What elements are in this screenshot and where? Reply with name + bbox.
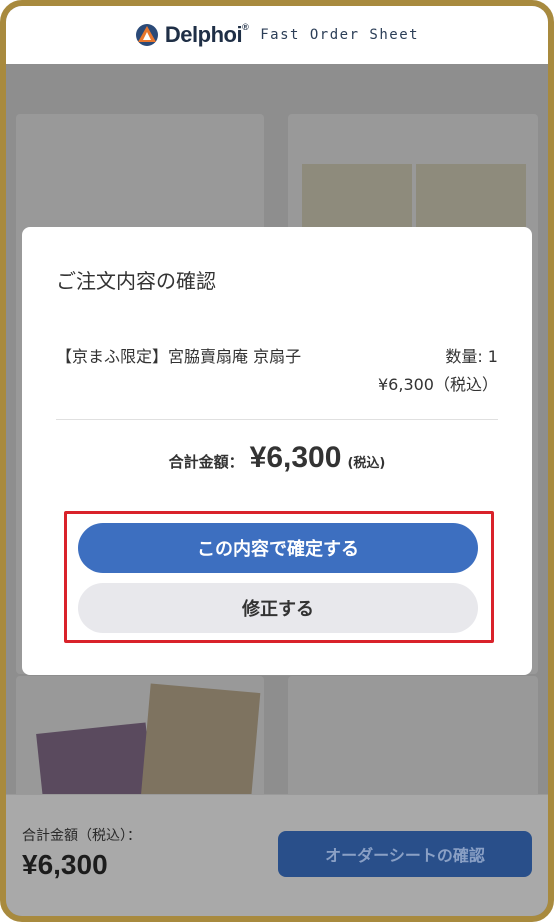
order-sheet-confirm-button[interactable]: オーダーシートの確認 <box>278 831 532 877</box>
header-subtitle: Fast Order Sheet <box>260 27 420 43</box>
order-confirm-dialog: ご注文内容の確認 【京まふ限定】宮脇賣扇庵 京扇子 数量: 1 ¥6,300（税… <box>22 227 532 675</box>
total-amount: ¥6,300 <box>22 849 108 880</box>
brand-name: Delphoi® <box>164 22 249 47</box>
app-header: Delphoi® Fast Order Sheet <box>6 6 548 64</box>
order-summary-bar: 合計金額（税込）： ¥6,300 オーダーシートの確認 <box>6 794 548 916</box>
total-label: 合計金額（税込）： <box>22 828 141 844</box>
confirm-order-button[interactable]: この内容で確定する <box>78 523 478 573</box>
dialog-total: 合計金額： ¥6,300 (税込) <box>22 441 532 475</box>
dialog-total-label: 合計金額： <box>168 453 244 471</box>
item-price: ¥6,300（税込） <box>378 375 498 394</box>
divider <box>56 419 498 420</box>
delphoi-logo-icon <box>135 24 158 46</box>
dialog-title: ご注文内容の確認 <box>56 269 216 293</box>
item-quantity: 数量: 1 <box>445 347 498 366</box>
phone-frame: Delphoi® Fast Order Sheet 合計金額（税込）： ¥6,3… <box>0 0 554 922</box>
item-name: 【京まふ限定】宮脇賣扇庵 京扇子 <box>56 347 302 366</box>
dialog-total-tax: (税込) <box>347 456 386 471</box>
edit-order-button[interactable]: 修正する <box>78 583 478 633</box>
dialog-total-amount: ¥6,300 <box>249 441 342 474</box>
